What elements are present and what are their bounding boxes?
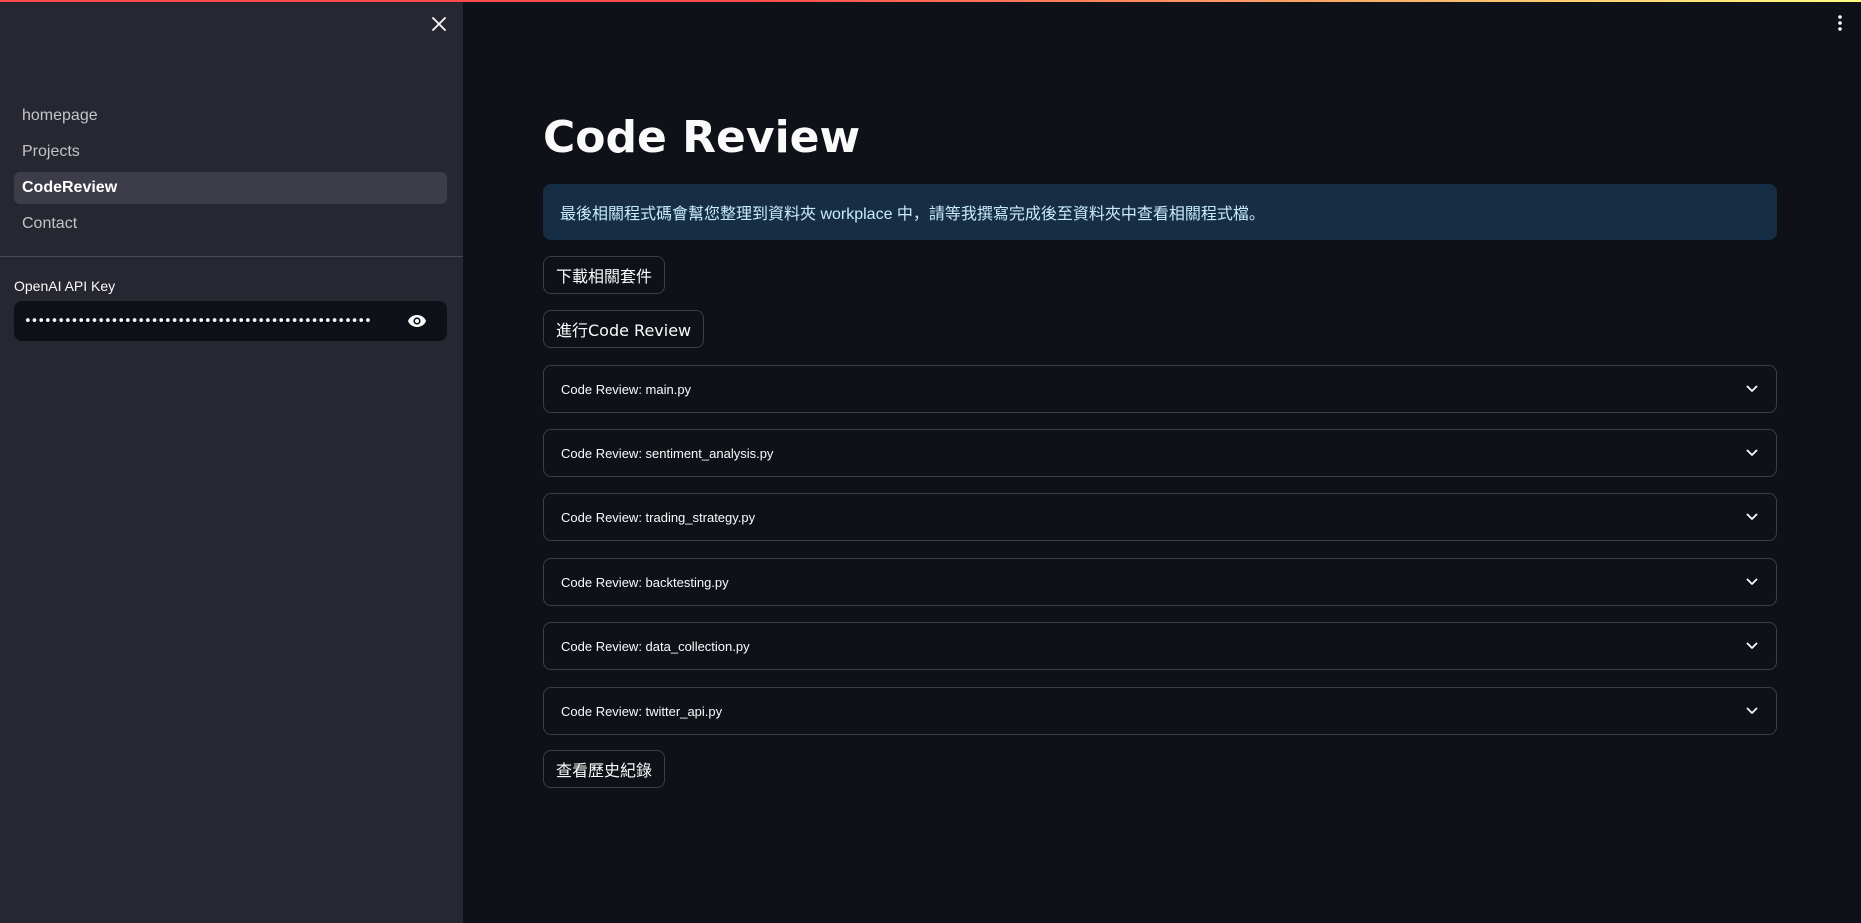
expander-label: Code Review: backtesting.py — [561, 574, 729, 590]
chevron-down-icon — [1744, 381, 1760, 397]
chevron-down-icon — [1744, 445, 1760, 461]
sidebar-item-label: Contact — [22, 215, 78, 232]
expander-data-collection-py[interactable]: Code Review: data_collection.py — [543, 622, 1777, 670]
api-key-field[interactable]: ••••••••••••••••••••••••••••••••••••••••… — [14, 301, 447, 341]
info-alert-text: 最後相關程式碼會幫您整理到資料夾 workplace 中，請等我撰寫完成後至資料… — [560, 206, 1265, 223]
sidebar-item-contact[interactable]: Contact — [14, 208, 447, 240]
expander-twitter-api-py[interactable]: Code Review: twitter_api.py — [543, 687, 1777, 735]
show-password-button[interactable] — [397, 301, 437, 341]
sidebar: homepage Projects CodeReview Contact Ope… — [0, 0, 463, 923]
api-key-value[interactable]: ••••••••••••••••••••••••••••••••••••••••… — [14, 314, 397, 329]
expander-trading-strategy-py[interactable]: Code Review: trading_strategy.py — [543, 493, 1777, 541]
expander-sentiment-analysis-py[interactable]: Code Review: sentiment_analysis.py — [543, 429, 1777, 477]
chevron-down-icon — [1744, 638, 1760, 654]
eye-icon — [408, 315, 426, 327]
download-packages-button[interactable]: 下載相關套件 — [543, 256, 666, 294]
top-decoration-bar — [0, 0, 1861, 2]
expander-backtesting-py[interactable]: Code Review: backtesting.py — [543, 558, 1777, 606]
expander-main-py[interactable]: Code Review: main.py — [543, 365, 1777, 413]
more-vertical-icon — [1838, 15, 1842, 31]
view-history-button[interactable]: 查看歷史紀錄 — [543, 750, 666, 788]
sidebar-item-codereview[interactable]: CodeReview — [14, 172, 447, 204]
sidebar-item-label: homepage — [22, 107, 98, 124]
expander-label: Code Review: main.py — [561, 381, 692, 397]
api-key-label: OpenAI API Key — [14, 278, 116, 294]
expander-label: Code Review: trading_strategy.py — [561, 509, 756, 525]
run-code-review-button[interactable]: 進行Code Review — [543, 310, 705, 348]
sidebar-item-label: Projects — [22, 143, 80, 160]
page-title: Code Review — [543, 112, 861, 163]
close-icon — [432, 17, 446, 31]
sidebar-item-homepage[interactable]: homepage — [14, 100, 447, 132]
sidebar-divider — [0, 256, 463, 257]
chevron-down-icon — [1744, 703, 1760, 719]
sidebar-nav: homepage Projects CodeReview Contact — [14, 100, 447, 244]
sidebar-item-projects[interactable]: Projects — [14, 136, 447, 168]
expander-label: Code Review: data_collection.py — [561, 638, 750, 654]
chevron-down-icon — [1744, 509, 1760, 525]
close-sidebar-button[interactable] — [428, 13, 450, 35]
sidebar-item-label: CodeReview — [22, 179, 118, 196]
expander-label: Code Review: sentiment_analysis.py — [561, 445, 774, 461]
info-alert: 最後相關程式碼會幫您整理到資料夾 workplace 中，請等我撰寫完成後至資料… — [543, 184, 1777, 240]
chevron-down-icon — [1744, 574, 1760, 590]
main-menu-button[interactable] — [1830, 12, 1850, 34]
expander-label: Code Review: twitter_api.py — [561, 703, 723, 719]
